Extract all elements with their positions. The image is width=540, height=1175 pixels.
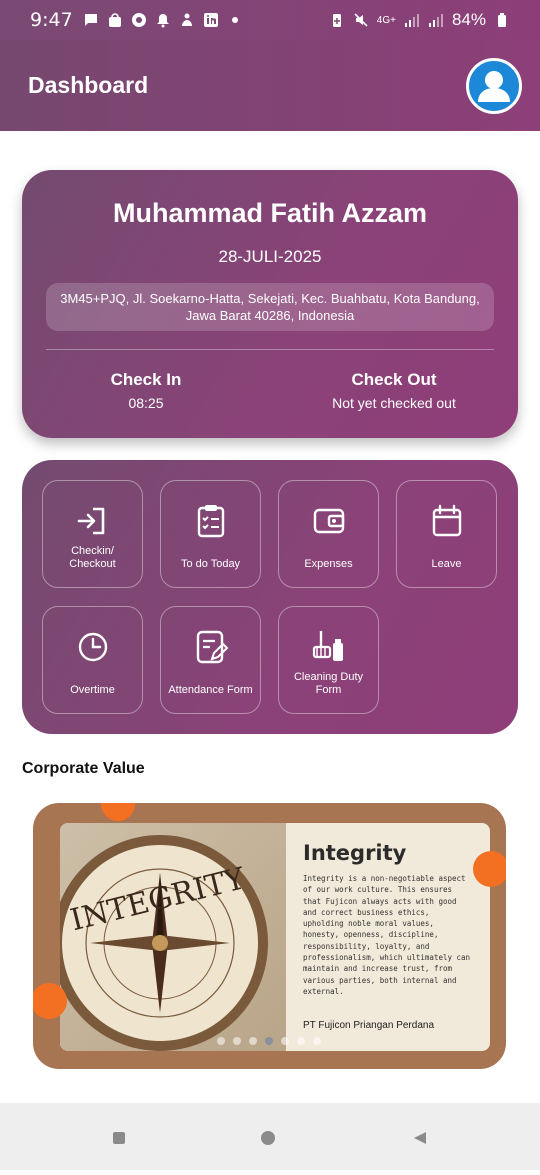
company-name: PT Fujicon Priangan Perdana	[303, 1020, 435, 1031]
chrome-icon	[131, 12, 147, 28]
value-title: Integrity	[303, 841, 407, 865]
signal-icon	[404, 12, 420, 28]
calendar-icon	[432, 504, 461, 537]
app-bar: Dashboard	[0, 40, 540, 131]
menu-checkin-checkout[interactable]: Checkin/ Checkout	[42, 480, 143, 588]
carousel-indicator	[217, 1037, 321, 1045]
wallet-icon	[313, 508, 344, 534]
signal-2-icon	[428, 12, 444, 28]
check-out-label: Check Out	[351, 370, 437, 389]
decor-dot	[101, 803, 135, 821]
value-description: Integrity is a non-negotiable aspect of …	[303, 874, 471, 996]
form-edit-icon	[196, 630, 228, 664]
more-dot-icon	[227, 12, 243, 28]
menu-todo-today[interactable]: To do Today	[160, 480, 261, 588]
carousel-dot[interactable]	[249, 1037, 257, 1045]
gesture-icon	[179, 12, 195, 28]
menu-grid: Checkin/ Checkout To do Today Expenses L…	[22, 460, 518, 734]
menu-leave[interactable]: Leave	[396, 480, 497, 588]
back-button[interactable]	[414, 1132, 426, 1144]
carousel-dot[interactable]	[233, 1037, 241, 1045]
menu-label: Expenses	[304, 558, 353, 570]
card-divider	[46, 349, 494, 350]
menu-label: Checkin/ Checkout	[69, 545, 116, 570]
recents-button[interactable]	[113, 1132, 125, 1144]
carousel-dot[interactable]	[217, 1037, 225, 1045]
status-bar: 9:47 4G+ 84%	[0, 0, 540, 40]
menu-overtime[interactable]: Overtime	[42, 606, 143, 714]
employee-name: Muhammad Fatih Azzam	[112, 198, 428, 228]
menu-label: To do Today	[180, 558, 241, 570]
check-out-time: Not yet checked out	[332, 395, 456, 411]
status-time: 9:47	[30, 9, 73, 31]
system-nav-bar	[0, 1103, 540, 1170]
carousel-dot[interactable]	[281, 1037, 289, 1045]
corporate-value-heading: Corporate Value	[22, 760, 145, 777]
battery-saver-icon	[329, 12, 345, 28]
battery-icon	[494, 12, 510, 28]
compass-image: INTEGRITY	[60, 823, 286, 1051]
check-in-status: Check In 08:25	[22, 370, 270, 411]
menu-label: Attendance Form	[168, 684, 253, 696]
user-icon	[478, 71, 510, 102]
mute-icon	[353, 12, 369, 28]
location-address: 3M45+PJQ, Jl. Soekarno-Hatta, Sekejati, …	[46, 283, 494, 331]
battery-percent: 84%	[451, 10, 486, 29]
menu-cleaning-duty-form[interactable]: Cleaning Duty Form	[278, 606, 379, 714]
profile-avatar-button[interactable]	[466, 58, 522, 114]
carousel-dot-active[interactable]	[265, 1037, 273, 1045]
menu-label: Cleaning Duty Form	[293, 671, 364, 696]
current-date: 28-JULI-2025	[218, 247, 322, 266]
menu-label: Overtime	[70, 684, 115, 696]
menu-expenses[interactable]: Expenses	[278, 480, 379, 588]
linkedin-icon	[203, 12, 219, 28]
clipboard-check-icon	[197, 505, 224, 538]
check-in-label: Check In	[110, 370, 182, 389]
chat-icon	[83, 12, 99, 28]
corporate-value-carousel[interactable]: INTEGRITY Integrity Integrity is a non-n…	[33, 803, 506, 1069]
carousel-dot[interactable]	[313, 1037, 321, 1045]
cleaning-icon	[312, 631, 343, 661]
check-status-row: Check In 08:25 Check Out Not yet checked…	[22, 370, 518, 411]
menu-attendance-form[interactable]: Attendance Form	[160, 606, 261, 714]
menu-label: Leave	[431, 558, 462, 570]
login-icon	[77, 507, 104, 535]
carousel-dot[interactable]	[297, 1037, 305, 1045]
clock-icon	[78, 632, 107, 662]
check-out-status: Check Out Not yet checked out	[270, 370, 518, 411]
shop-icon	[107, 12, 123, 28]
page-title: Dashboard	[28, 72, 149, 98]
network-type: 4G+	[376, 14, 396, 26]
bell-icon	[155, 12, 171, 28]
home-button[interactable]	[261, 1131, 275, 1145]
notification-icons	[83, 12, 243, 28]
attendance-summary-card: Muhammad Fatih Azzam 28-JULI-2025 3M45+P…	[22, 170, 518, 438]
decor-dot	[473, 851, 506, 887]
check-in-time: 08:25	[128, 395, 164, 411]
carousel-slide: INTEGRITY Integrity Integrity is a non-n…	[60, 823, 490, 1051]
status-right: 4G+ 84%	[329, 10, 510, 30]
